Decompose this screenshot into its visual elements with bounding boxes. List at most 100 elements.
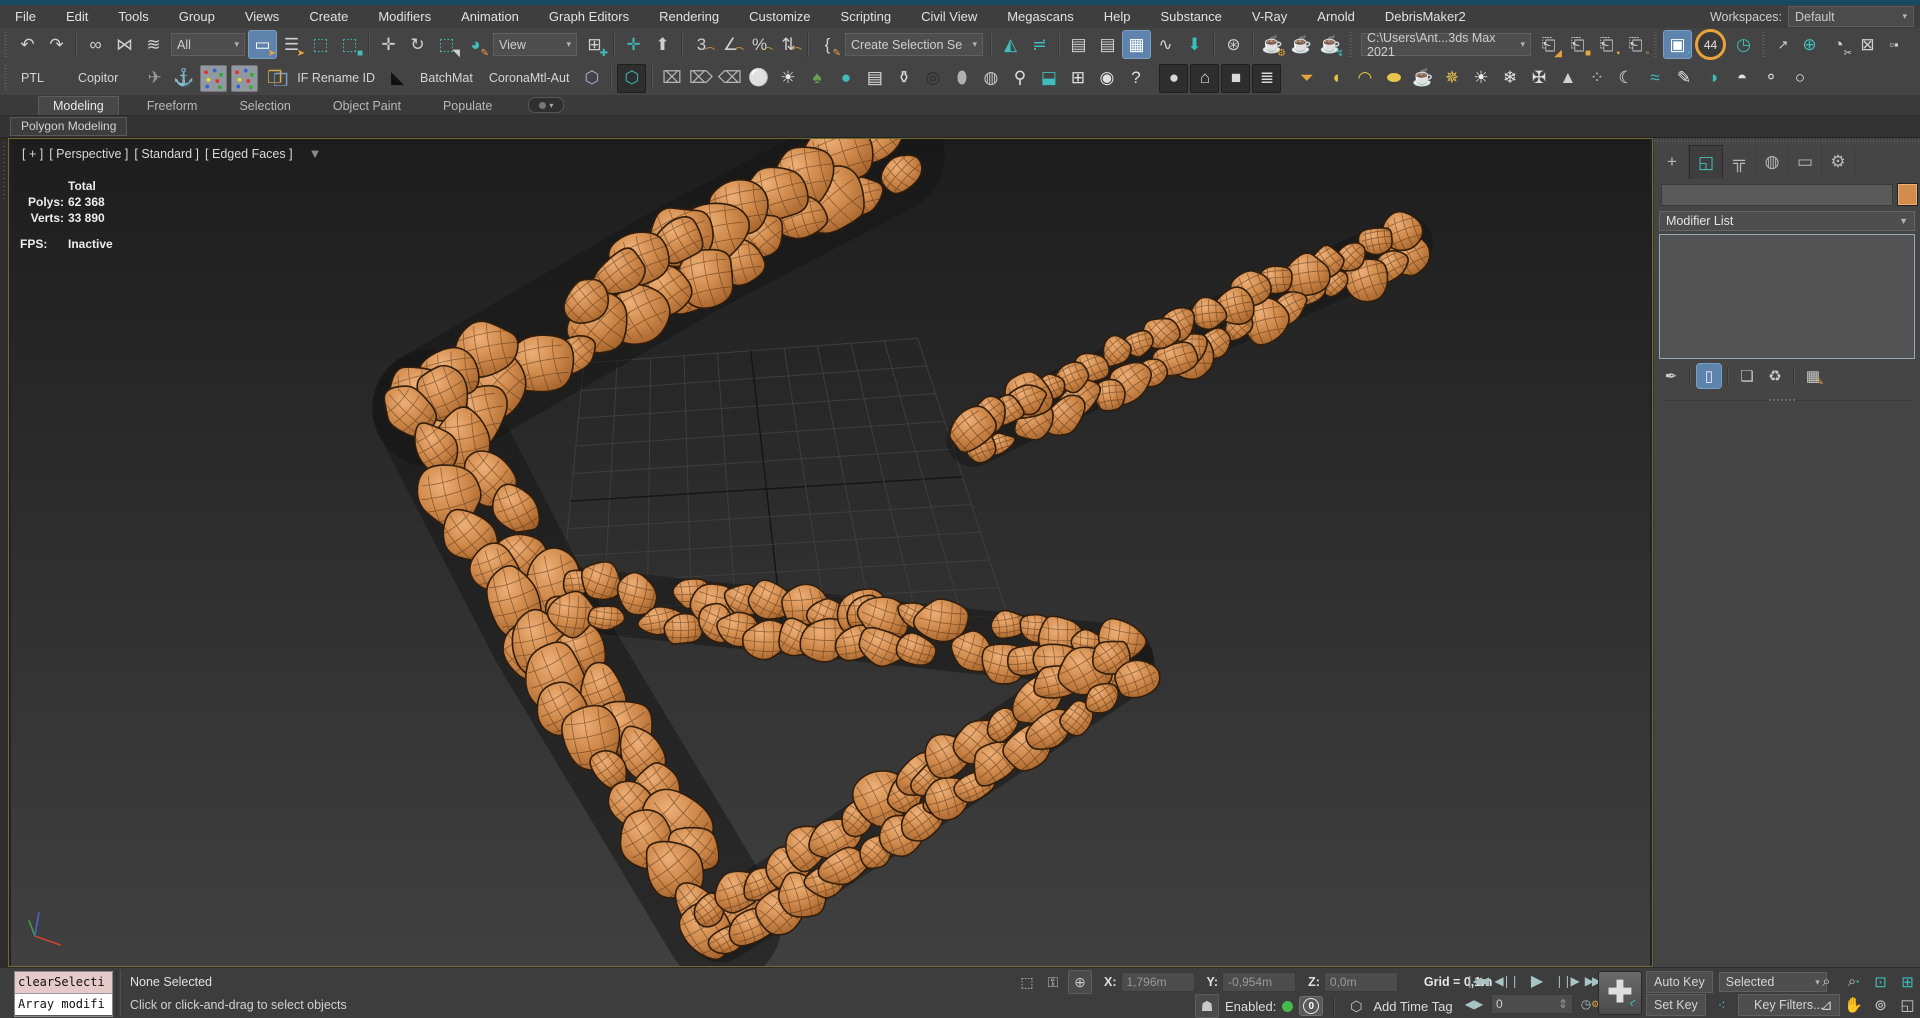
bottle-icon[interactable]: ⚱: [890, 65, 917, 92]
menu-edit[interactable]: Edit: [51, 5, 103, 28]
menu-megascans[interactable]: Megascans: [992, 5, 1088, 28]
gizmo-target-icon[interactable]: ⊕: [1796, 31, 1823, 58]
auto-key-button[interactable]: Auto Key: [1646, 971, 1713, 993]
cone-balls-icon[interactable]: ▲: [1554, 65, 1581, 92]
pin-stack-icon[interactable]: ✒: [1659, 364, 1683, 388]
sun2-icon[interactable]: ☀: [1467, 65, 1494, 92]
rendered-frame-icon[interactable]: ☕: [1288, 31, 1315, 58]
show-end-result-icon[interactable]: ▯: [1697, 364, 1721, 388]
toolbar-handle[interactable]: [1761, 32, 1768, 58]
schematic-view-icon[interactable]: ⬇: [1181, 31, 1208, 58]
dark-house-icon[interactable]: ⌂: [1190, 64, 1219, 93]
micro-dots-icon[interactable]: ▫▪: [1883, 31, 1905, 58]
menu-substance[interactable]: Substance: [1145, 5, 1236, 28]
menu-civil-view[interactable]: Civil View: [906, 5, 992, 28]
ribbon-tab-selection[interactable]: Selection: [225, 97, 304, 115]
perspective-viewport[interactable]: [8, 138, 1653, 967]
spinner-snap-icon[interactable]: ⇅⌒: [775, 31, 802, 58]
light-bulb-icon[interactable]: ⚪: [745, 65, 772, 92]
torus-icon[interactable]: ◠: [1351, 65, 1378, 92]
tab-create[interactable]: +: [1656, 145, 1689, 178]
monitor-split-icon[interactable]: ⬓: [1035, 65, 1062, 92]
object-name-field[interactable]: [1661, 184, 1893, 206]
isolate-selection-icon[interactable]: ⬚: [1016, 971, 1038, 993]
ribbon-tab-freeform[interactable]: Freeform: [133, 97, 212, 115]
sphere-icon[interactable]: ◍: [977, 65, 1004, 92]
toolbar-handle[interactable]: [1348, 32, 1355, 58]
curve-editor-icon[interactable]: ∿: [1152, 31, 1179, 58]
selection-region-icon[interactable]: ⬚: [307, 31, 334, 58]
sun-light-icon[interactable]: ☀: [774, 65, 801, 92]
brush-icon[interactable]: ✎: [1670, 65, 1697, 92]
dark-sphere-icon[interactable]: ●: [1159, 64, 1188, 93]
ball-white-icon[interactable]: ○: [1786, 65, 1813, 92]
zoom-extents-all-icon[interactable]: ⊞: [1897, 971, 1918, 992]
selection-lock-icon[interactable]: ⚿: [1042, 971, 1064, 993]
moon-icon[interactable]: ☾: [1612, 65, 1639, 92]
wave-icon[interactable]: ≈: [1641, 65, 1668, 92]
tab-modify[interactable]: ◱: [1689, 145, 1723, 179]
x-coordinate-field[interactable]: 1,796m: [1121, 972, 1195, 992]
menu-rendering[interactable]: Rendering: [644, 5, 734, 28]
undo-icon[interactable]: ↶: [14, 31, 41, 58]
select-link-icon[interactable]: ∞: [82, 31, 109, 58]
ribbon-tab-object-paint[interactable]: Object Paint: [319, 97, 415, 115]
go-to-start-button[interactable]: ❘◀◀: [1462, 971, 1490, 991]
absolute-mode-icon[interactable]: ⊕: [1068, 970, 1092, 994]
dome-icon[interactable]: ◖: [1322, 65, 1349, 92]
dark-box-icon[interactable]: ■: [1221, 64, 1250, 93]
tab-hierarchy[interactable]: ╦: [1723, 145, 1756, 178]
swoosh-icon[interactable]: ◣: [384, 65, 411, 92]
layer-explorer-icon[interactable]: ▤: [1094, 31, 1121, 58]
disc-icon[interactable]: ⬬: [1380, 65, 1407, 92]
snowflake-icon[interactable]: ❄: [1496, 65, 1523, 92]
select-object-icon[interactable]: ▭➤: [249, 31, 276, 58]
notification-badge[interactable]: 0: [1299, 996, 1323, 1016]
previous-frame-button[interactable]: ◀❘❘: [1492, 971, 1520, 991]
corona-renderer-icon[interactable]: ⬡: [617, 64, 646, 93]
menu-arnold[interactable]: Arnold: [1302, 5, 1370, 28]
autosave-icon[interactable]: ▣◔: [1664, 31, 1691, 58]
keyboard-override-icon[interactable]: ⬆: [649, 31, 676, 58]
select-rotate-icon[interactable]: ↻: [404, 31, 431, 58]
play-button[interactable]: ▶: [1522, 971, 1550, 991]
angle-snap-icon[interactable]: ∠⌒: [717, 31, 744, 58]
menu-modifiers[interactable]: Modifiers: [363, 5, 446, 28]
zoom-extents-icon[interactable]: ⊡: [1870, 971, 1891, 992]
rollout-grip[interactable]: [1769, 396, 1795, 403]
zoom-icon[interactable]: ⌕: [1816, 971, 1837, 992]
polygon-modeling-panel[interactable]: Polygon Modeling: [10, 117, 127, 136]
make-unique-icon[interactable]: ❏: [1735, 364, 1759, 388]
field-of-view-icon[interactable]: ⊿: [1816, 994, 1837, 1015]
modifier-list-dropdown[interactable]: Modifier List▼: [1659, 211, 1915, 231]
select-place-icon[interactable]: ◕✎: [462, 31, 489, 58]
zoom-all-icon[interactable]: ⌕▪: [1843, 971, 1864, 992]
menu-create[interactable]: Create: [294, 5, 363, 28]
tab-display[interactable]: ▭: [1789, 145, 1822, 178]
ptl-button[interactable]: PTL: [13, 66, 52, 90]
menu-debrismaker2[interactable]: DebrisMaker2: [1370, 5, 1481, 28]
menu-help[interactable]: Help: [1089, 5, 1146, 28]
add-time-tag[interactable]: Add Time Tag: [1373, 999, 1452, 1014]
ribbon-toggle-icon[interactable]: ▦: [1123, 31, 1150, 58]
hemisphere-icon[interactable]: ◓: [1728, 65, 1755, 92]
remove-modifier-icon[interactable]: ♻: [1763, 364, 1787, 388]
ribbon-tab-modeling[interactable]: Modeling: [38, 96, 119, 115]
selection-set-key-dropdown[interactable]: Selected▾: [1719, 972, 1827, 992]
next-frame-button[interactable]: ❘❘▶: [1552, 971, 1580, 991]
render-region-icon[interactable]: ⊠: [1854, 31, 1881, 58]
toolbar-handle[interactable]: [1653, 32, 1660, 58]
eye-icon[interactable]: ◉: [1093, 65, 1120, 92]
viewport-canvas[interactable]: [9, 139, 1652, 966]
unlink-selection-icon[interactable]: ⋈: [111, 31, 138, 58]
camera-1-icon[interactable]: ⌧: [658, 65, 685, 92]
scene-script-4-icon[interactable]: ⎗▫: [1622, 31, 1649, 58]
micro-move-icon[interactable]: ↗: [1772, 31, 1794, 58]
snap-toggle-icon[interactable]: 3⌒: [688, 31, 715, 58]
tab-motion[interactable]: ◍: [1756, 145, 1789, 178]
z-coordinate-field[interactable]: 0,0m: [1324, 972, 1398, 992]
menu-group[interactable]: Group: [164, 5, 230, 28]
selection-filter-dropdown[interactable]: All▾: [171, 33, 245, 56]
select-scale-icon[interactable]: ⬚◥: [433, 31, 460, 58]
select-move-icon[interactable]: ✛: [375, 31, 402, 58]
